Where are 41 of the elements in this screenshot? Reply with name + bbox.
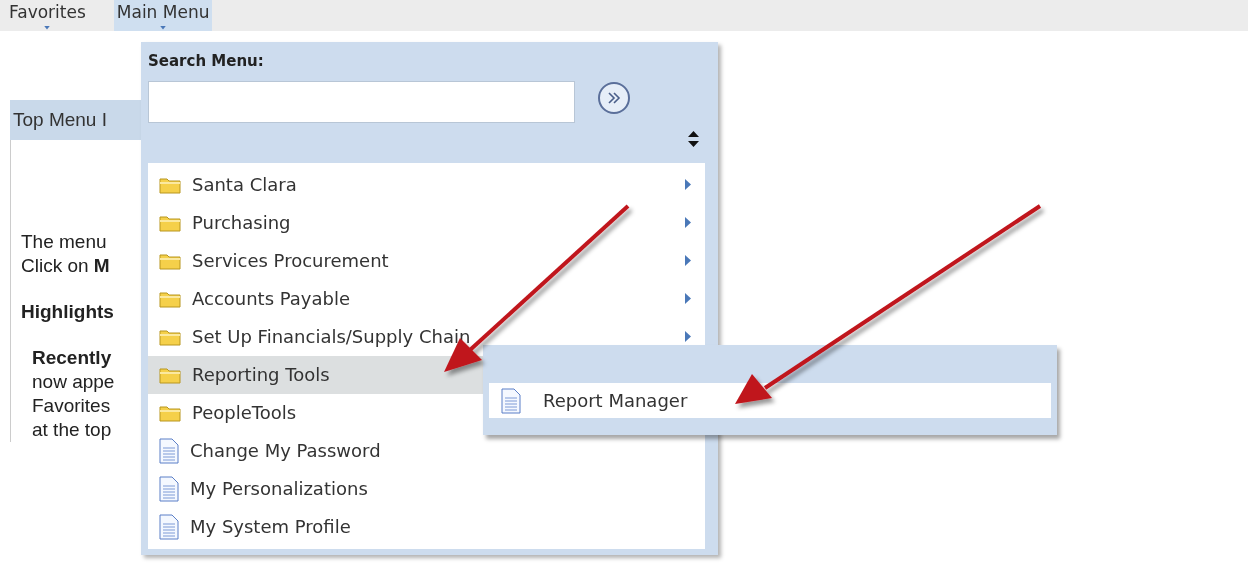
caret-icon [159, 25, 168, 31]
search-label: Search Menu: [148, 51, 265, 72]
document-icon [159, 475, 179, 502]
body-text: at the top [31, 418, 112, 442]
folder-icon [159, 403, 181, 422]
menu-tab[interactable]: Main Menu [113, 0, 213, 31]
folder-icon [159, 251, 181, 270]
menu-item[interactable]: Services Procurement [148, 241, 705, 280]
document-icon [159, 513, 179, 540]
body-text: Click on M [21, 254, 110, 278]
submenu-arrow-icon [685, 331, 691, 342]
search-field[interactable] [148, 80, 575, 123]
caret-icon [43, 25, 52, 31]
submenu-arrow-icon [685, 255, 691, 266]
submenu-item[interactable]: Report Manager [489, 383, 1051, 418]
submenu-arrow-icon [685, 179, 691, 190]
menu-tab[interactable]: Favorites [6, 0, 89, 31]
sort-icon[interactable] [688, 130, 699, 147]
submenu-arrow-icon [685, 217, 691, 228]
document-icon [501, 387, 521, 414]
folder-icon [159, 327, 181, 346]
body-text: now appe [31, 370, 115, 394]
menu-item[interactable]: My Personalizations [148, 469, 705, 508]
body-text: Favorites [31, 394, 111, 418]
submenu-arrow-icon [685, 293, 691, 304]
menu-item[interactable]: Change My Password [148, 431, 705, 470]
folder-icon [159, 365, 181, 384]
menu-item[interactable]: Purchasing [148, 203, 705, 242]
folder-icon [159, 175, 181, 194]
body-text: The menu [21, 230, 107, 254]
double-chevron-icon [607, 91, 621, 104]
folder-icon [159, 289, 181, 308]
body-text: Recently [31, 346, 112, 370]
document-icon [159, 437, 179, 464]
go-button[interactable] [598, 81, 630, 114]
menu-item[interactable]: Accounts Payable [148, 279, 705, 318]
menu-item[interactable]: My System Profile [148, 507, 705, 546]
body-text: Highlights [21, 300, 114, 324]
menu-item[interactable]: Santa Clara [148, 165, 705, 204]
menu-item[interactable]: Set Up Financials/Supply Chain [148, 317, 705, 356]
folder-icon [159, 213, 181, 232]
